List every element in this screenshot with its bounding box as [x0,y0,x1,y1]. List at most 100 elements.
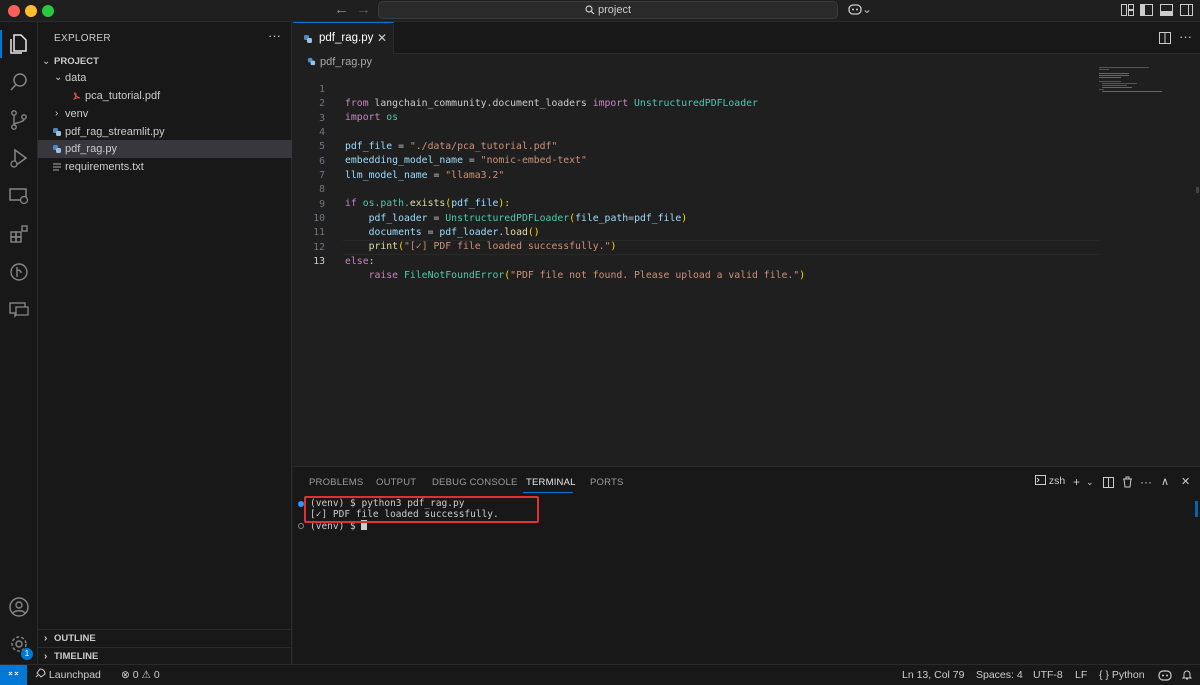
tree-item-pdf-rag-streamlit[interactable]: pdf_rag_streamlit.py [38,123,292,141]
remote-explorer-icon[interactable] [7,184,31,208]
tab-ports[interactable]: PORTS [590,477,624,488]
toggle-panel-icon[interactable] [1160,4,1173,16]
maximize-window-button[interactable] [42,5,54,17]
terminal-icon [1035,475,1046,485]
chevron-down-icon: ⌄ [54,72,63,83]
minimize-window-button[interactable] [25,5,37,17]
copilot-menu-button[interactable]: ⌄ [848,2,872,16]
python-file-icon [53,128,61,136]
more-actions-icon[interactable]: ··· [268,28,281,43]
code-line[interactable]: 11 print("[✓] PDF file loaded successful… [293,212,1103,252]
code-line[interactable]: 12 else: [293,227,1103,267]
code-line[interactable]: 5 embedding_model_name = "nomic-embed-te… [293,126,1103,166]
close-window-button[interactable] [8,5,20,17]
activity-bar: 1 [0,22,38,664]
tab-pdf-rag-py[interactable]: pdf_rag.py ✕ [293,22,394,54]
toggle-primary-sidebar-icon[interactable] [1140,4,1153,16]
terminal-scroll-indicator[interactable] [1195,501,1198,517]
toggle-secondary-sidebar-icon[interactable] [1180,4,1193,16]
encoding-setting[interactable]: UTF-8 [1033,665,1063,685]
accounts-icon[interactable] [7,595,31,619]
search-icon[interactable] [7,70,31,94]
remote-icon [8,671,19,676]
tab-problems[interactable]: PROBLEMS [309,477,363,488]
code-line[interactable]: 8 if os.path.exists(pdf_file): [293,169,1103,209]
code-token: : [368,256,375,267]
python-file-icon [53,145,61,153]
scrollbar-thumb[interactable] [1196,187,1199,193]
breadcrumb-file: pdf_rag.py [320,56,372,68]
split-terminal-icon[interactable] [1103,477,1114,488]
tree-item-label: venv [65,108,89,120]
code-token: ) [799,270,806,281]
more-actions-icon[interactable]: ··· [1179,29,1192,44]
tab-output[interactable]: OUTPUT [376,477,416,488]
more-actions-icon[interactable]: ··· [1140,475,1152,489]
editor-tab-bar: pdf_rag.py ✕ ··· [293,22,1200,54]
explorer-sidebar: EXPLORER ··· ⌄ PROJECT ⌄ data pca_tutori… [38,22,292,664]
launchpad-button[interactable]: Launchpad [34,665,101,685]
close-icon[interactable]: ✕ [377,31,387,45]
line-number: 13 [313,256,325,267]
tree-item-pca-tutorial-pdf[interactable]: pca_tutorial.pdf [38,87,292,105]
source-control-icon[interactable] [7,108,31,132]
maximize-panel-icon[interactable]: ∧ [1161,475,1169,488]
code-text: else: [345,255,375,269]
warning-count: 0 [153,669,160,681]
settings-update-badge: 1 [21,648,33,660]
bell-icon[interactable] [1181,669,1193,681]
language-mode[interactable]: { } Python [1099,665,1145,685]
code-token: "PDF file not found. Please upload a val… [510,270,800,281]
tree-item-data[interactable]: ⌄ data [38,69,292,87]
code-text: raise FileNotFoundError("PDF file not fo… [345,269,806,283]
code-line[interactable]: 9 pdf_loader = UnstructuredPDFLoader(fil… [293,184,1103,224]
code-line[interactable]: 3 [293,98,1103,124]
chevron-right-icon: › [55,108,59,119]
chevron-down-icon[interactable]: ⌄ [1086,477,1094,488]
braces-icon: { } [1099,669,1109,681]
new-terminal-icon[interactable]: + [1073,475,1080,489]
annotation-highlight-box [304,496,539,523]
outline-section-header[interactable]: › OUTLINE [38,629,292,647]
copilot-icon[interactable] [1158,669,1172,681]
indentation-setting[interactable]: Spaces: 4 [976,665,1023,685]
explorer-files-icon[interactable] [7,32,31,56]
title-bar: ← → project ⌄ [0,0,1200,22]
code-line[interactable]: 1 from langchain_community.document_load… [293,69,1103,109]
problems-indicator[interactable]: ⊗ 0 ⚠ 0 [121,665,160,685]
code-line[interactable]: 2 import os [293,83,1103,123]
customize-layout-icon[interactable] [1121,4,1134,16]
tree-item-label: requirements.txt [65,161,144,173]
tab-debug-console[interactable]: DEBUG CONSOLE [432,477,517,488]
code-line[interactable]: 4 pdf_file = "./data/pca_tutorial.pdf" [293,112,1103,152]
terminal-shell-selector[interactable]: zsh [1035,475,1065,487]
tree-item-venv[interactable]: › venv [38,105,292,123]
cursor-position[interactable]: Ln 13, Col 79 [902,665,964,685]
code-line[interactable]: 10 documents = pdf_loader.load() [293,198,1103,238]
git-graph-icon[interactable] [7,260,31,284]
extensions-icon[interactable] [7,222,31,246]
command-pending-dot [298,523,304,529]
run-and-debug-icon[interactable] [7,146,31,170]
remote-indicator-button[interactable] [0,665,27,685]
copilot-icon [848,4,862,15]
forward-arrow-icon[interactable]: → [356,1,371,18]
command-center-search[interactable]: project [378,1,838,19]
code-line[interactable]: 13 raise FileNotFoundError("PDF file not… [293,241,1103,281]
trash-icon[interactable] [1122,476,1133,488]
back-arrow-icon[interactable]: ← [334,1,349,18]
code-line[interactable]: 7 [293,155,1103,181]
tree-item-requirements[interactable]: requirements.txt [38,158,292,176]
line-ending-setting[interactable]: LF [1075,665,1087,685]
tree-item-label: data [65,72,87,84]
tree-item-pdf-rag[interactable]: pdf_rag.py [38,140,292,158]
close-icon[interactable]: ✕ [1181,475,1190,488]
split-editor-icon[interactable] [1159,32,1171,44]
tab-terminal[interactable]: TERMINAL [526,477,576,488]
code-line[interactable]: 6 llm_model_name = "llama3.2" [293,141,1103,181]
tree-item-label: pca_tutorial.pdf [85,90,161,102]
timeline-section-header[interactable]: › TIMELINE [38,647,292,665]
breadcrumb[interactable]: pdf_rag.py [307,56,372,68]
chat-icon[interactable] [7,298,31,322]
minimap[interactable] [1099,67,1169,93]
